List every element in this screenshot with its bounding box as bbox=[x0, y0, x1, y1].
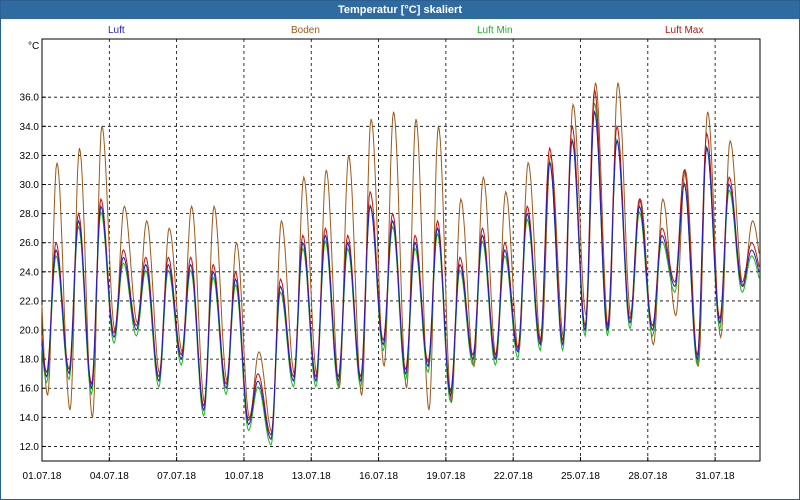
y-tick-label: 22.0 bbox=[20, 296, 40, 307]
y-tick-label: 32.0 bbox=[20, 151, 40, 162]
y-tick-label: 34.0 bbox=[20, 122, 40, 133]
y-tick-label: 30.0 bbox=[20, 180, 40, 191]
x-tick-label: 28.07.18 bbox=[628, 471, 667, 482]
x-tick-label: 22.07.18 bbox=[494, 471, 533, 482]
y-tick-label: 24.0 bbox=[20, 267, 40, 278]
x-tick-label: 13.07.18 bbox=[292, 471, 331, 482]
line-chart: 12.0 14.0 16.0 18.0 20.0 22.0 24.0 26.0 28.0 30.0… bbox=[20, 38, 761, 482]
x-tick-label: 07.07.18 bbox=[157, 471, 196, 482]
x-tick-label: 16.07.18 bbox=[359, 471, 398, 482]
y-tick-label: 16.0 bbox=[20, 384, 40, 395]
x-tick-label: 10.07.18 bbox=[224, 471, 263, 482]
x-tick-label: 01.07.18 bbox=[23, 471, 62, 482]
x-tick-label: 04.07.18 bbox=[90, 471, 129, 482]
y-axis-unit-label: °C bbox=[28, 41, 39, 52]
series-boden-line bbox=[41, 82, 760, 433]
y-tick-label: 20.0 bbox=[20, 326, 40, 337]
x-tick-label: 31.07.18 bbox=[696, 471, 735, 482]
plot-area bbox=[41, 38, 761, 462]
y-tick-label: 26.0 bbox=[20, 238, 40, 249]
x-tick-label: 25.07.18 bbox=[561, 471, 600, 482]
x-tick-label: 19.07.18 bbox=[426, 471, 465, 482]
chart-window: Temperatur [°C] skaliert Luft Boden Luft… bbox=[0, 0, 800, 500]
y-tick-label: 36.0 bbox=[20, 93, 40, 104]
y-tick-label: 12.0 bbox=[20, 442, 40, 453]
y-tick-label: 18.0 bbox=[20, 355, 40, 366]
y-tick-label: 14.0 bbox=[20, 413, 40, 424]
y-tick-label: 28.0 bbox=[20, 209, 40, 220]
